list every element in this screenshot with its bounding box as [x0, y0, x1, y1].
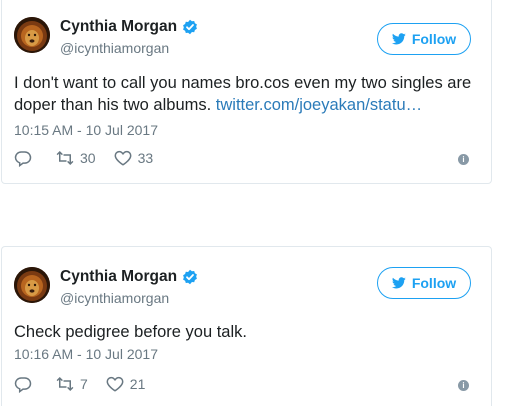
tweet-card-2: Cynthia Morgan @icynthiamorgan Follow Ch… [1, 246, 492, 406]
info-icon[interactable]: i [458, 154, 469, 165]
author-name[interactable]: Cynthia Morgan [60, 268, 177, 286]
verified-badge-icon [183, 19, 198, 35]
like-button[interactable]: 21 [106, 375, 146, 393]
like-button[interactable]: 33 [114, 149, 154, 167]
reply-icon [14, 377, 32, 393]
like-count: 21 [129, 376, 146, 392]
author-row: Cynthia Morgan [60, 268, 198, 286]
author-row: Cynthia Morgan [60, 18, 198, 36]
follow-button[interactable]: Follow [377, 267, 471, 299]
follow-button-label: Follow [411, 275, 457, 291]
verified-badge-icon [183, 269, 198, 285]
author-handle[interactable]: @icynthiamorgan [60, 290, 169, 306]
tweet-body: Check pedigree before you talk. [14, 323, 247, 341]
avatar[interactable] [14, 17, 50, 53]
tweet-card-1: Cynthia Morgan @icynthiamorgan Follow I … [1, 0, 492, 184]
follow-button-label: Follow [411, 31, 457, 47]
tweet-timestamp[interactable]: 10:15 AM - 10 Jul 2017 [14, 122, 158, 138]
retweet-button[interactable]: 7 [56, 375, 88, 393]
tweet-link[interactable]: twitter.com/joeyakan/statu… [216, 96, 422, 114]
retweet-count: 7 [80, 376, 88, 392]
author-handle[interactable]: @icynthiamorgan [60, 40, 169, 56]
like-count: 33 [137, 150, 154, 166]
like-heart-icon [114, 150, 131, 166]
retweet-icon [56, 150, 74, 166]
like-heart-icon [106, 376, 124, 392]
author-name[interactable]: Cynthia Morgan [60, 18, 177, 36]
retweet-button[interactable]: 30 [56, 149, 96, 167]
lion-avatar-image [14, 17, 50, 53]
reply-button[interactable] [14, 149, 38, 167]
info-icon[interactable]: i [458, 380, 469, 391]
retweet-icon [56, 376, 74, 392]
follow-button[interactable]: Follow [377, 23, 471, 55]
tweet-timestamp[interactable]: 10:16 AM - 10 Jul 2017 [14, 346, 158, 362]
avatar[interactable] [14, 267, 50, 303]
lion-avatar-image [14, 267, 50, 303]
tweet-text: Check pedigree before you talk. [14, 321, 484, 343]
twitter-bird-icon [391, 33, 406, 45]
twitter-bird-icon [391, 277, 406, 289]
reply-icon [14, 151, 32, 167]
retweet-count: 30 [80, 150, 96, 166]
tweet-actions: 7 21 [14, 375, 163, 393]
tweet-actions: 30 33 [14, 149, 171, 167]
reply-button[interactable] [14, 375, 38, 393]
tweet-text: I don't want to call you names bro.cos e… [14, 72, 484, 116]
